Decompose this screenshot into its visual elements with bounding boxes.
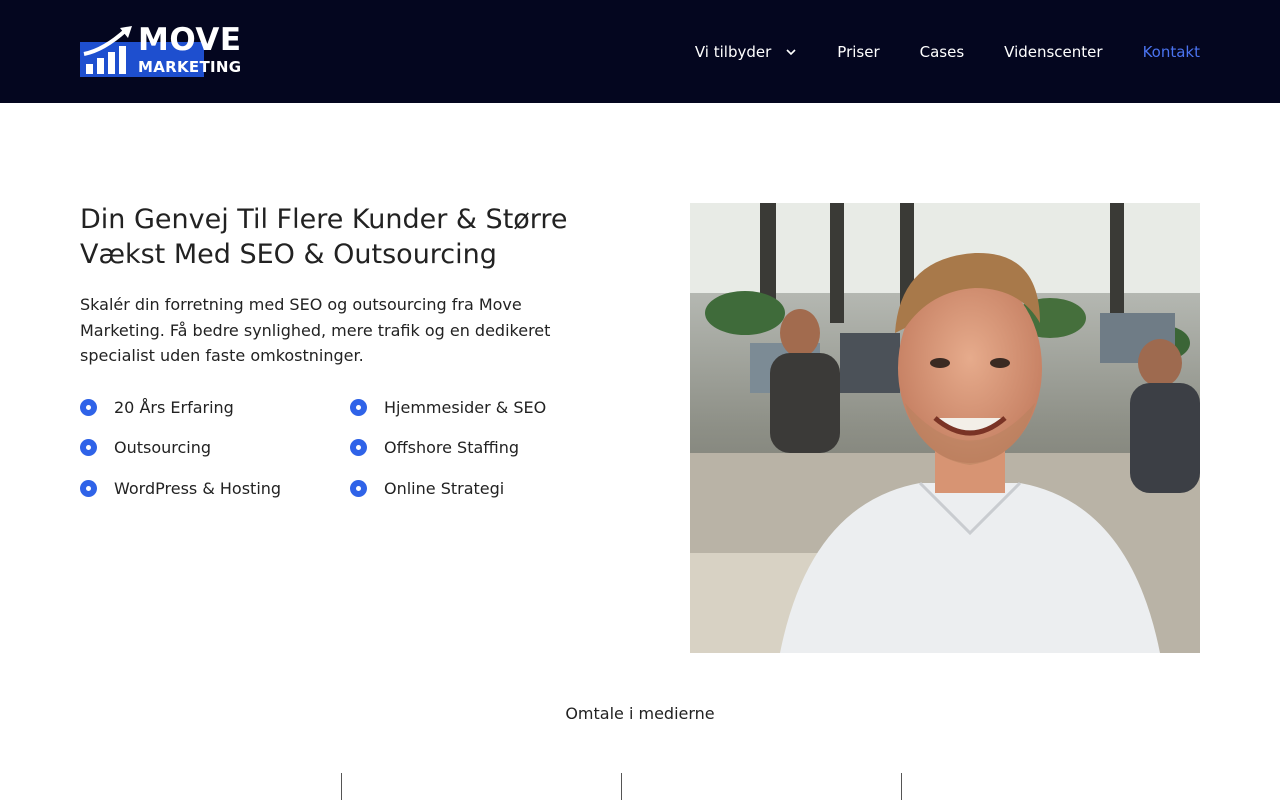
move-marketing-logo[interactable]: MOVE MARKETING <box>80 22 251 78</box>
media-section-title: Omtale i medierne <box>565 704 715 723</box>
feature-label: Offshore Staffing <box>384 437 520 457</box>
feature-item: Online Strategi <box>350 474 504 502</box>
nav-item-vi-tilbyder[interactable]: Vi tilbyder <box>695 43 797 61</box>
bullet-icon <box>80 438 97 456</box>
chevron-down-icon[interactable] <box>785 46 797 58</box>
main-nav: Vi tilbyder Priser Cases Videnscenter Ko… <box>655 0 1200 103</box>
logo-word-move: MOVE <box>138 22 242 58</box>
hero-title: Din Genvej Til Flere Kunder & Større Væk… <box>80 204 568 270</box>
hero-description: Skalér din forretning med SEO og outsour… <box>80 295 551 365</box>
bullet-icon <box>80 479 97 497</box>
nav-item-label: Videnscenter <box>1004 42 1103 61</box>
nav-item-priser[interactable]: Priser <box>837 43 879 61</box>
media-logo-divider <box>621 773 622 800</box>
nav-item-label: Vi tilbyder <box>694 42 772 61</box>
logo-word-marketing: MARKETING <box>138 58 242 76</box>
feature-label: Online Strategi <box>384 478 505 498</box>
feature-label: Hjemmesider & SEO <box>384 397 547 417</box>
bullet-icon <box>350 479 367 497</box>
feature-label: Outsourcing <box>114 437 212 457</box>
nav-item-cases[interactable]: Cases <box>920 43 965 61</box>
feature-item: Offshore Staffing <box>350 433 519 461</box>
bullet-icon <box>80 398 97 416</box>
feature-label: 20 Års Erfaring <box>114 397 234 417</box>
portrait-photo <box>690 203 1200 653</box>
nav-item-videnscenter[interactable]: Videnscenter <box>1004 43 1102 61</box>
nav-item-label: Kontakt <box>1142 42 1200 61</box>
nav-item-label: Priser <box>837 42 880 61</box>
nav-item-kontakt[interactable]: Kontakt <box>1143 43 1200 61</box>
feature-item: Hjemmesider & SEO <box>350 393 546 421</box>
bullet-icon <box>350 398 367 416</box>
nav-item-label: Cases <box>919 42 965 61</box>
media-logo-divider <box>901 773 902 800</box>
feature-label: WordPress & Hosting <box>114 478 282 498</box>
site-header: MOVE MARKETING Vi tilbyder Priser Cases … <box>0 0 1280 103</box>
bullet-icon <box>350 438 367 456</box>
feature-item: 20 Års Erfaring <box>80 393 234 421</box>
hero-portrait-photo <box>690 203 1200 653</box>
feature-item: Outsourcing <box>80 433 211 461</box>
media-logo-divider <box>341 773 342 800</box>
feature-item: WordPress & Hosting <box>80 474 281 502</box>
